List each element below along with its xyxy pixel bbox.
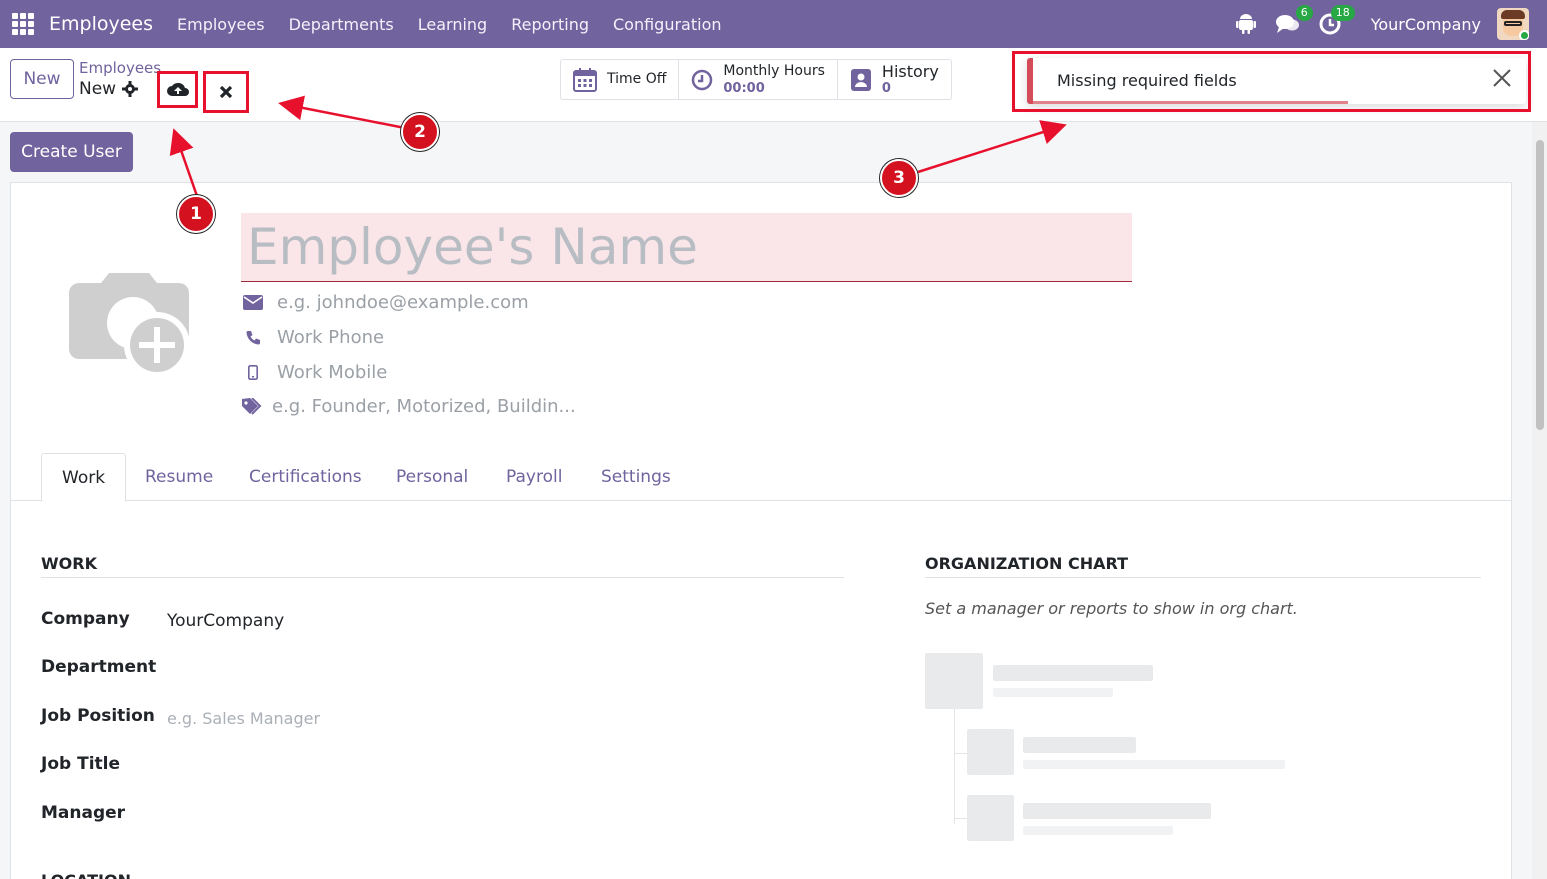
record-title: New: [79, 79, 117, 99]
monthly-hours-value: 00:00: [723, 80, 765, 96]
scrollbar-thumb[interactable]: [1536, 140, 1544, 430]
location-section-title: LOCATION: [41, 871, 844, 879]
department-label: Department: [41, 657, 157, 677]
gear-icon[interactable]: [122, 81, 138, 101]
history-button[interactable]: History 0: [838, 60, 951, 99]
camera-add-icon[interactable]: [69, 271, 197, 387]
time-off-button[interactable]: Time Off: [561, 60, 680, 99]
company-field[interactable]: YourCompany: [167, 611, 284, 631]
top-navbar: Employees Employees Departments Learning…: [0, 0, 1547, 48]
navbar-systray: 6 18 YourCompany: [1233, 0, 1547, 48]
new-button[interactable]: New: [10, 59, 74, 99]
org-chart-hint: Set a manager or reports to show in org …: [925, 599, 1298, 618]
user-avatar[interactable]: [1497, 8, 1529, 40]
create-user-button[interactable]: Create User: [10, 132, 133, 172]
smart-buttons: Time Off Monthly Hours 00:00 History 0: [560, 59, 952, 100]
form-tabs: Work Resume Certifications Personal Payr…: [11, 453, 1511, 502]
app-title[interactable]: Employees: [49, 13, 153, 35]
envelope-icon: [242, 295, 264, 310]
menu-departments[interactable]: Departments: [277, 15, 406, 34]
job-title-field[interactable]: [167, 754, 817, 776]
annotation-marker-3: 3: [880, 159, 918, 197]
clock-icon: [692, 69, 713, 90]
annotation-box-toast: [1012, 51, 1531, 112]
monthly-hours-label: Monthly Hours: [723, 62, 825, 79]
mobile-row[interactable]: Work Mobile: [242, 362, 387, 383]
tab-certifications[interactable]: Certifications: [229, 453, 382, 501]
app-grid-icon[interactable]: [12, 13, 34, 35]
activity-clock-icon[interactable]: 18: [1317, 5, 1355, 37]
company-label: Company: [41, 609, 130, 629]
email-field[interactable]: e.g. johndoe@example.com: [277, 292, 529, 313]
phone-icon: [242, 330, 264, 346]
calendar-icon: [573, 67, 597, 92]
phone-row[interactable]: Work Phone: [242, 327, 384, 348]
time-off-label: Time Off: [607, 71, 667, 87]
tab-work[interactable]: Work: [41, 453, 127, 502]
manager-label: Manager: [41, 803, 126, 823]
menu-learning[interactable]: Learning: [406, 15, 499, 34]
history-value: 0: [881, 80, 891, 96]
form-sheet: Employee's Name e.g. johndoe@example.com…: [10, 182, 1512, 879]
monthly-hours-button[interactable]: Monthly Hours 00:00: [679, 60, 838, 99]
online-status-icon: [1519, 30, 1529, 40]
page-scrollbar[interactable]: [1532, 122, 1547, 879]
company-switcher[interactable]: YourCompany: [1371, 15, 1481, 34]
chat-icon[interactable]: 6: [1275, 5, 1313, 37]
tab-payroll[interactable]: Payroll: [486, 453, 582, 501]
tab-settings[interactable]: Settings: [581, 453, 691, 501]
tags-field[interactable]: e.g. Founder, Motorized, Buildin...: [272, 396, 576, 417]
org-chart-title: ORGANIZATION CHART: [925, 554, 1481, 578]
menu-reporting[interactable]: Reporting: [499, 15, 601, 34]
annotation-marker-1: 1: [177, 195, 215, 233]
job-title-label: Job Title: [41, 754, 120, 774]
annotation-box-save: [157, 71, 198, 108]
breadcrumb-employees[interactable]: Employees: [79, 59, 161, 77]
activity-count-badge: 18: [1330, 5, 1355, 21]
annotation-box-discard: [203, 71, 249, 113]
mobile-icon: [242, 365, 264, 380]
tags-row[interactable]: e.g. Founder, Motorized, Buildin...: [242, 396, 576, 417]
tab-personal[interactable]: Personal: [376, 453, 488, 501]
id-card-icon: [850, 68, 871, 91]
email-row[interactable]: e.g. johndoe@example.com: [242, 292, 529, 313]
chat-count-badge: 6: [1295, 5, 1313, 21]
work-phone-field[interactable]: Work Phone: [277, 327, 384, 348]
work-section-title: WORK: [41, 554, 844, 578]
employee-name-input[interactable]: Employee's Name: [241, 213, 1132, 282]
department-field[interactable]: [167, 657, 817, 679]
menu-configuration[interactable]: Configuration: [601, 15, 734, 34]
manager-field[interactable]: [167, 803, 817, 825]
tags-icon: [242, 397, 264, 416]
job-position-field[interactable]: e.g. Sales Manager: [167, 709, 320, 728]
work-mobile-field[interactable]: Work Mobile: [277, 362, 387, 383]
menu-employees[interactable]: Employees: [165, 15, 277, 34]
tab-resume[interactable]: Resume: [125, 453, 233, 501]
android-icon[interactable]: [1233, 11, 1259, 37]
annotation-marker-2: 2: [401, 113, 439, 151]
history-label: History: [881, 61, 939, 81]
job-position-label: Job Position: [41, 706, 155, 726]
